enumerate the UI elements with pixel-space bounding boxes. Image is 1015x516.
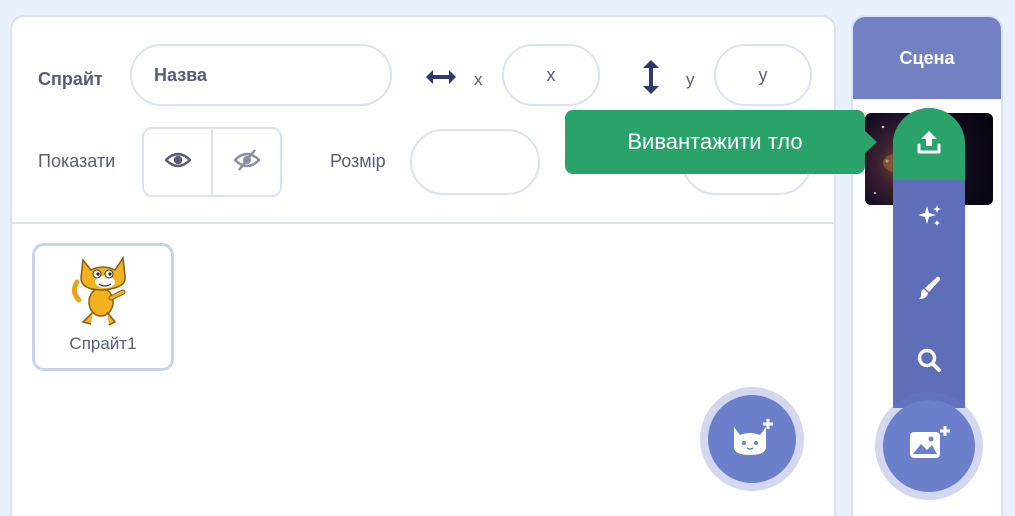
tooltip-text: Вивантажити тло (627, 129, 803, 154)
show-label: Показати (38, 151, 116, 171)
search-icon (915, 346, 943, 379)
cat-sprite-icon (69, 252, 139, 333)
eye-icon (163, 150, 192, 175)
eye-off-icon (232, 148, 261, 177)
add-backdrop-button[interactable] (883, 400, 975, 492)
x-axis-arrows-icon (424, 65, 458, 94)
hide-sprite-button[interactable] (211, 129, 280, 195)
sprite-name-input[interactable]: Назва (130, 44, 392, 106)
paint-brush-icon (915, 274, 943, 307)
add-backdrop-icon (907, 424, 951, 469)
size-label: Розмір (330, 151, 386, 171)
add-sprite-button[interactable] (708, 395, 796, 483)
backdrop-menu (893, 108, 965, 408)
visibility-toggle (142, 127, 282, 197)
upload-backdrop-tooltip: Вивантажити тло (565, 110, 877, 174)
paint-backdrop-button[interactable] (893, 254, 965, 326)
y-axis-label: y (686, 70, 695, 89)
y-input-placeholder: y (758, 64, 768, 85)
y-axis-arrows-icon (640, 59, 662, 100)
stage-header: Сцена (853, 17, 1001, 99)
x-input[interactable]: x (502, 44, 600, 106)
stage-title: Сцена (899, 47, 955, 68)
sprite-pane: Спрайт Назва x x y y Показати Розмір Спр… (10, 15, 836, 516)
sprite-name: Спрайт1 (69, 334, 137, 353)
add-sprite-cat-icon (730, 417, 774, 462)
choose-backdrop-button[interactable] (893, 326, 965, 398)
upload-icon (914, 127, 944, 162)
scratch-editor-panels: Спрайт Назва x x y y Показати Розмір Спр… (0, 0, 1015, 516)
x-axis-label: x (474, 70, 483, 89)
sprite-name-placeholder: Назва (154, 64, 208, 85)
y-input[interactable]: y (714, 44, 812, 106)
sprite-name-label: Спрайт (38, 69, 103, 89)
upload-backdrop-button[interactable] (893, 108, 965, 180)
x-input-placeholder: x (546, 64, 556, 85)
surprise-backdrop-button[interactable] (893, 182, 965, 254)
size-input[interactable] (410, 129, 540, 195)
show-sprite-button[interactable] (144, 129, 211, 195)
surprise-icon (915, 202, 943, 235)
sprite-tile[interactable]: Спрайт1 (32, 243, 174, 371)
